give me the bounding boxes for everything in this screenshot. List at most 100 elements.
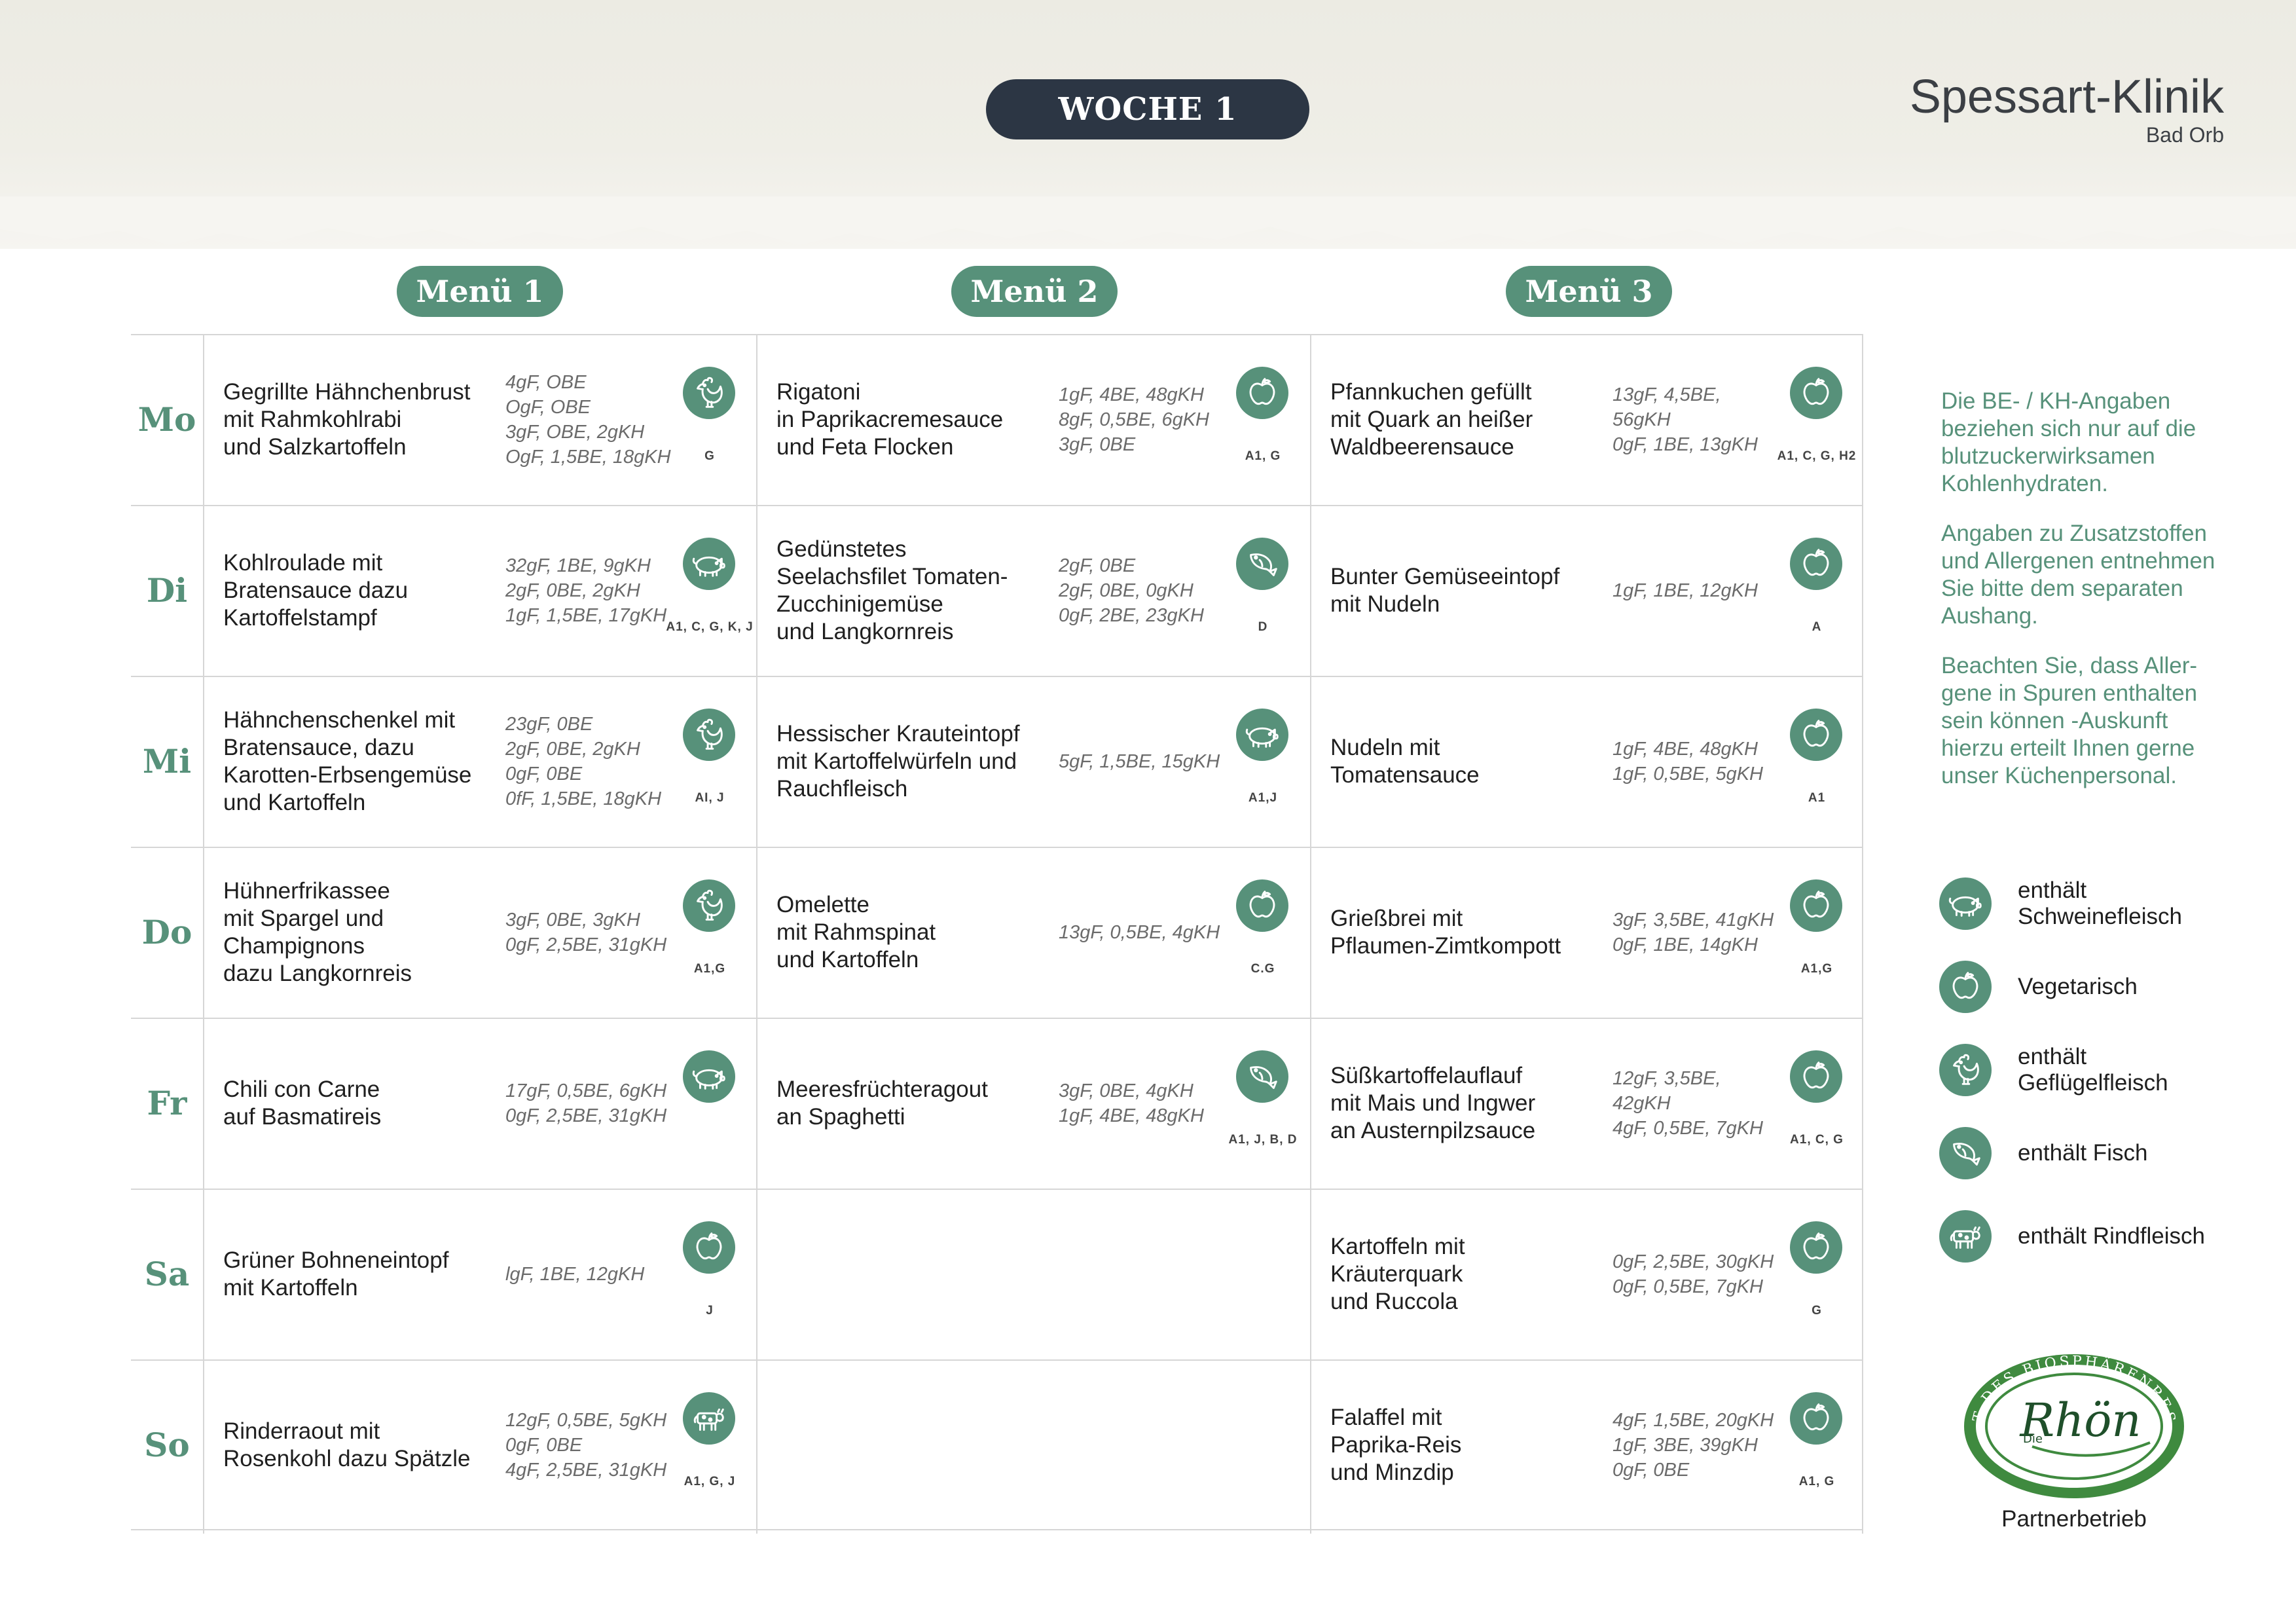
nutrition-line: 3gF, 3,5BE, 41gKH [1613, 909, 1774, 931]
day-row-di: Di Kohlroulade mit Bratensauce dazu Kartoff… [131, 505, 1863, 676]
legend-label: Vegetarisch [2018, 974, 2138, 999]
nutrition-line: 0gF, 0,5BE, 7gKH [1613, 1276, 1764, 1297]
nutrition-values: 1gF, 4BE, 48gKH 1gF, 0,5BE, 5gKH [1613, 676, 1789, 847]
nutrition-line: 4gF, 0,5BE, 7gKH [1613, 1117, 1764, 1139]
menu-2-cell: Hessischer Krauteintopf mit Kartoffelwürf… [756, 676, 1309, 847]
dish-line: Hessischer Krauteintopf [776, 720, 1020, 747]
nutrition-line: 0gF, 2,5BE, 31gKH [505, 1105, 667, 1126]
note-be-kh: Die BE- / KH-Angaben beziehen sich nur a… [1941, 388, 2196, 496]
day-label: Do [141, 913, 192, 951]
dish-name [776, 1189, 1051, 1359]
legend-item: Vegetarisch [1939, 961, 2247, 1044]
apple-icon [1790, 879, 1842, 932]
nutrition-line: 0gF, 0BE [505, 763, 583, 784]
grid-row-divider [131, 847, 1863, 848]
nutrition-line: OgF, OBE [505, 396, 591, 418]
menu-3-header: Menü 3 [1506, 266, 1672, 317]
torn-paper-edge [0, 196, 2296, 245]
apple-icon [1790, 709, 1842, 761]
nutrition-line: 0gF, 1BE, 14gKH [1613, 934, 1758, 955]
menu-2-cell [756, 1189, 1309, 1359]
dish-name: Rigatoni in Paprikacremesauce und Feta Flo… [776, 334, 1051, 505]
dish-line: Gegrillte Hähnchenbrust [223, 378, 471, 405]
menu-1-cell: Grüner Bohneneintopf mit Kartoffeln lgF, 1… [203, 1189, 756, 1359]
dish-line: Hühnerfrikassee [223, 877, 390, 904]
nutrition-values: 12gF, 3,5BE, 42gKH 4gF, 0,5BE, 7gKH [1613, 1018, 1789, 1189]
dish-line: Champignons [223, 932, 365, 959]
fish-icon [1236, 1050, 1288, 1103]
grid-column-divider [756, 334, 757, 1534]
allergen-codes: G [704, 449, 715, 463]
dish-line: Paprika-Reis [1330, 1431, 1462, 1458]
dish-name: Hähnchenschenkel mit Bratensauce, dazu Kar… [223, 676, 498, 847]
dish-line: Bunter Gemüseeintopf [1330, 563, 1560, 589]
pig-icon [1236, 709, 1288, 761]
nutrition-line: 23gF, 0BE [505, 713, 593, 735]
nutrition-line: 3gF, OBE, 2gKH [505, 421, 645, 443]
dish-line: Rinderraout mit [223, 1418, 380, 1444]
grid-column-divider [1310, 334, 1311, 1534]
dish-line: und Langkornreis [776, 618, 954, 644]
allergen-codes: A1, C, G [1790, 1133, 1844, 1147]
apple-icon [1790, 367, 1842, 419]
dish-line: und Salzkartoffeln [223, 434, 407, 460]
dish-name [776, 1359, 1051, 1530]
menu-2-cell: Rigatoni in Paprikacremesauce und Feta Flo… [756, 334, 1309, 505]
dish-line: Kohlroulade mit [223, 549, 383, 576]
dish-line: Chili con Carne [223, 1076, 380, 1102]
allergen-codes: J [706, 1304, 714, 1318]
nutrition-line: 4gF, 2,5BE, 31gKH [505, 1459, 667, 1481]
nutrition-line: 2gF, 0BE [1059, 555, 1136, 576]
nutrition-line: 0gF, 0BE [505, 1434, 583, 1456]
grid-row-divider [131, 505, 1863, 506]
dish-line: dazu Langkornreis [223, 960, 412, 986]
dish-name: Nudeln mit Tomatensauce [1330, 676, 1605, 847]
nutrition-values: 3gF, 0BE, 4gKH 1gF, 4BE, 48gKH [1059, 1018, 1235, 1189]
nutrition-line: 0gF, 2BE, 23gKH [1059, 604, 1204, 626]
dish-line: Rosenkohl dazu Spätzle [223, 1445, 471, 1471]
dish-line: mit Rahmkohlrabi [223, 406, 402, 432]
nutrition-line: 1gF, 0,5BE, 5gKH [1613, 763, 1764, 784]
dish-line: mit Mais und Ingwer [1330, 1090, 1536, 1116]
week-badge: WOCHE 1 [986, 79, 1309, 139]
nutrition-values: 13gF, 4,5BE, 56gKH 0gF, 1BE, 13gKH [1613, 334, 1789, 505]
allergen-codes: A1, C, G, H2 [1777, 449, 1857, 463]
allergen-codes: AI, J [695, 791, 725, 805]
chicken-icon [1939, 1044, 1992, 1096]
legend-item: enthält Fisch [1939, 1127, 2247, 1210]
nutrition-line: 2gF, 0BE, 2gKH [505, 738, 640, 760]
nutrition-line: 12gF, 0,5BE, 5gKH [505, 1409, 667, 1431]
nutrition-line: 13gF, 4,5BE, [1613, 384, 1721, 405]
menu-3-cell: Kartoffeln mit Kräuterquark und Ruccola 0gF… [1310, 1189, 1863, 1359]
nutrition-values: 12gF, 0,5BE, 5gKH 0gF, 0BE 4gF, 2,5BE, 31g… [505, 1359, 682, 1530]
apple-icon [683, 1221, 735, 1274]
menu-1-cell: Gegrillte Hähnchenbrust mit Rahmkohlrabi u… [203, 334, 756, 505]
nutrition-line: 0gF, 2,5BE, 30gKH [1613, 1251, 1774, 1272]
dish-line: Grüner Bohneneintopf [223, 1247, 449, 1273]
nutrition-line: 3gF, 0BE, 3gKH [505, 909, 640, 931]
apple-icon [1236, 879, 1288, 932]
allergen-codes: A1 [1808, 791, 1826, 805]
note-allergen-traces: Beachten Sie, dass Aller-gene in Spuren … [1941, 653, 2198, 788]
nutrition-line: 1gF, 1BE, 12gKH [1613, 580, 1758, 601]
dish-line: Seelachsfilet Tomaten- [776, 563, 1008, 589]
legend-item: enthält Rindfleisch [1939, 1210, 2247, 1293]
menu-2-cell [756, 1359, 1309, 1530]
chicken-icon [683, 709, 735, 761]
grid-row-divider [131, 1018, 1863, 1019]
nutrition-values: 3gF, 0BE, 3gKH 0gF, 2,5BE, 31gKH [505, 847, 682, 1018]
nutrition-values: 4gF, OBE OgF, OBE 3gF, OBE, 2gKH OgF, 1,5BE… [505, 334, 682, 505]
nutrition-line: 3gF, 0BE [1059, 434, 1136, 455]
day-row-so: So Rinderraout mit Rosenkohl dazu Spätzle 1… [131, 1359, 1863, 1530]
dish-line: Rigatoni [776, 378, 861, 405]
dish-line: Rauchfleisch [776, 775, 908, 802]
dish-name: Hessischer Krauteintopf mit Kartoffelwürf… [776, 676, 1051, 847]
pig-icon [683, 538, 735, 590]
nutrition-line: 1gF, 4BE, 48gKH [1613, 738, 1758, 760]
apple-icon [1790, 1050, 1842, 1103]
nutrition-line: 1gF, 4BE, 48gKH [1059, 1105, 1204, 1126]
nutrition-line: 2gF, 0BE, 0gKH [1059, 580, 1194, 601]
seal-script-text: Rhön [2018, 1393, 2141, 1447]
nutrition-line: 0gF, 2,5BE, 31gKH [505, 934, 667, 955]
dish-name: Meeresfrüchteragout an Spaghetti [776, 1018, 1051, 1189]
